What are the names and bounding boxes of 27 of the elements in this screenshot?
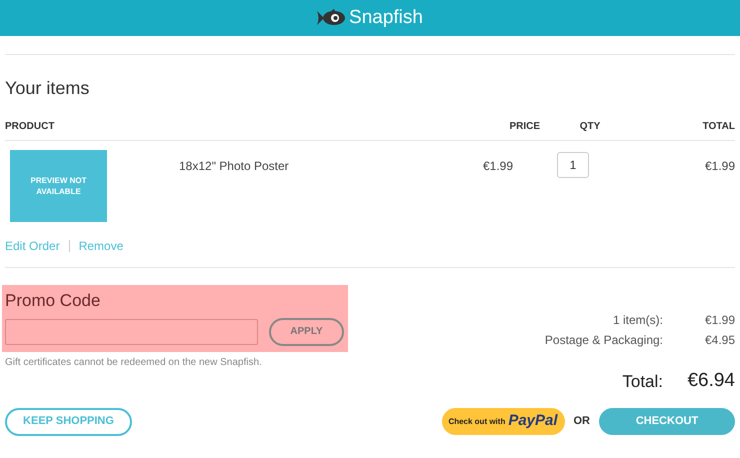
action-link[interactable]: Remove [78, 237, 124, 255]
total-value: €6.94 [686, 369, 735, 393]
summary-label: Postage & Packaging: [544, 332, 663, 349]
summary-label: 1 item(s): [612, 312, 663, 329]
action-link[interactable]: Edit Order [5, 237, 60, 255]
or-text: OR [574, 414, 590, 430]
apply-button[interactable]: APPLY [269, 318, 344, 346]
price-text: €1.99 [482, 158, 513, 175]
column-header: TOTAL [702, 120, 735, 134]
fish-icon [317, 9, 346, 27]
total-text: €1.99 [704, 158, 735, 175]
column-header: QTY [578, 120, 602, 134]
column-header: PRODUCT [5, 120, 56, 134]
summary-value: €4.95 [704, 332, 735, 349]
column-header: PRICE [508, 120, 540, 134]
section-title: Your items [5, 77, 90, 100]
total-label: Total: [622, 370, 663, 392]
product-name: 18x12" Photo Poster [179, 158, 289, 175]
keep-shopping-button[interactable]: KEEP SHOPPING [5, 408, 132, 436]
brand-name: Snapfish [349, 6, 423, 30]
promo-title: Promo Code [5, 290, 102, 312]
quantity-field[interactable]: 1 [557, 152, 589, 178]
checkout-button[interactable]: CHECKOUT [599, 408, 735, 435]
promo-note: Gift certificates cannot be redeemed on the new Snapfish. [5, 356, 263, 370]
preview-text: PREVIEW NOT AVAILABLE [29, 175, 88, 197]
summary-value: €1.99 [704, 312, 735, 329]
promo-code-field[interactable] [5, 318, 258, 344]
